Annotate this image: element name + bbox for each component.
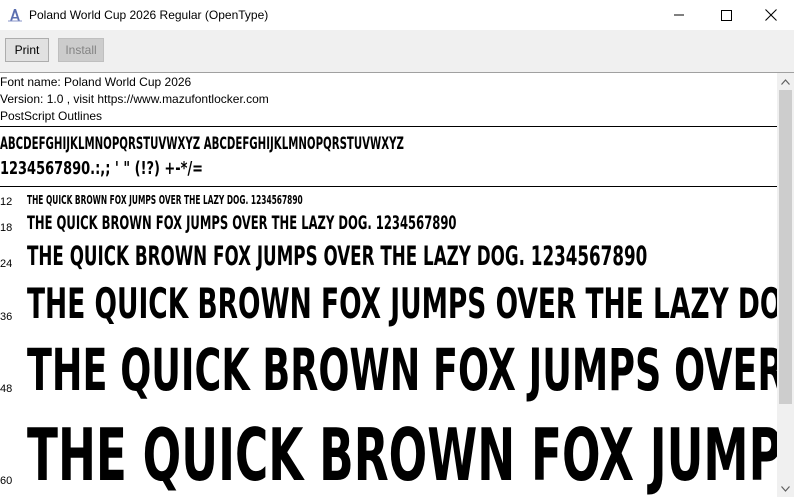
sample-text-36: THE QUICK BROWN FOX JUMPS OVER THE LAZY … (27, 279, 777, 328)
window-title: Poland World Cup 2026 Regular (OpenType) (29, 8, 269, 22)
minimize-icon (674, 14, 684, 16)
outline-type-text: PostScript Outlines (0, 109, 103, 123)
sample-text-12: THE QUICK BROWN FOX JUMPS OVER THE LAZY … (27, 193, 303, 207)
maximize-button[interactable] (703, 0, 749, 30)
sample-size-12: 12 (0, 196, 13, 208)
maximize-icon (720, 9, 732, 21)
font-viewer-icon (8, 9, 22, 22)
sample-text-18: THE QUICK BROWN FOX JUMPS OVER THE LAZY … (27, 212, 457, 234)
sample-size-24: 24 (0, 258, 13, 270)
font-preview-area: Font name: Poland World Cup 2026 Version… (0, 73, 777, 497)
sample-size-48: 48 (0, 383, 13, 395)
scroll-down-arrow-icon (781, 485, 790, 492)
charset-uppercase: ABCDEFGHIJKLMNOPQRSTUVWXYZ ABCDEFGHIJKLM… (0, 134, 404, 154)
scrollbar-thumb[interactable] (779, 90, 792, 404)
toolbar: Print Install (0, 30, 794, 73)
scroll-up-arrow-icon (781, 78, 790, 85)
scroll-down-button[interactable] (777, 480, 794, 497)
charset-divider (0, 186, 777, 187)
sample-text-60: THE QUICK BROWN FOX JUMPS (27, 413, 777, 497)
minimize-button[interactable] (656, 0, 702, 30)
font-name-text: Font name: Poland World Cup 2026 (0, 75, 192, 89)
info-divider (0, 126, 777, 127)
close-icon (765, 9, 777, 21)
sample-text-24: THE QUICK BROWN FOX JUMPS OVER THE LAZY … (27, 241, 648, 272)
sample-size-18: 18 (0, 222, 13, 234)
install-button[interactable]: Install (58, 38, 104, 62)
sample-size-36: 36 (0, 311, 13, 323)
sample-text-48: THE QUICK BROWN FOX JUMPS OVER T (27, 336, 777, 404)
charset-symbols: 1234567890.:,; ' " (!?) +-*/= (0, 158, 204, 179)
version-text: Version: 1.0 , visit https://www.mazufon… (0, 92, 269, 106)
title-bar: Poland World Cup 2026 Regular (OpenType) (0, 0, 794, 30)
print-button[interactable]: Print (5, 38, 49, 62)
sample-size-60: 60 (0, 475, 13, 487)
scroll-up-button[interactable] (777, 73, 794, 90)
vertical-scrollbar[interactable] (777, 73, 794, 497)
close-button[interactable] (748, 0, 794, 30)
